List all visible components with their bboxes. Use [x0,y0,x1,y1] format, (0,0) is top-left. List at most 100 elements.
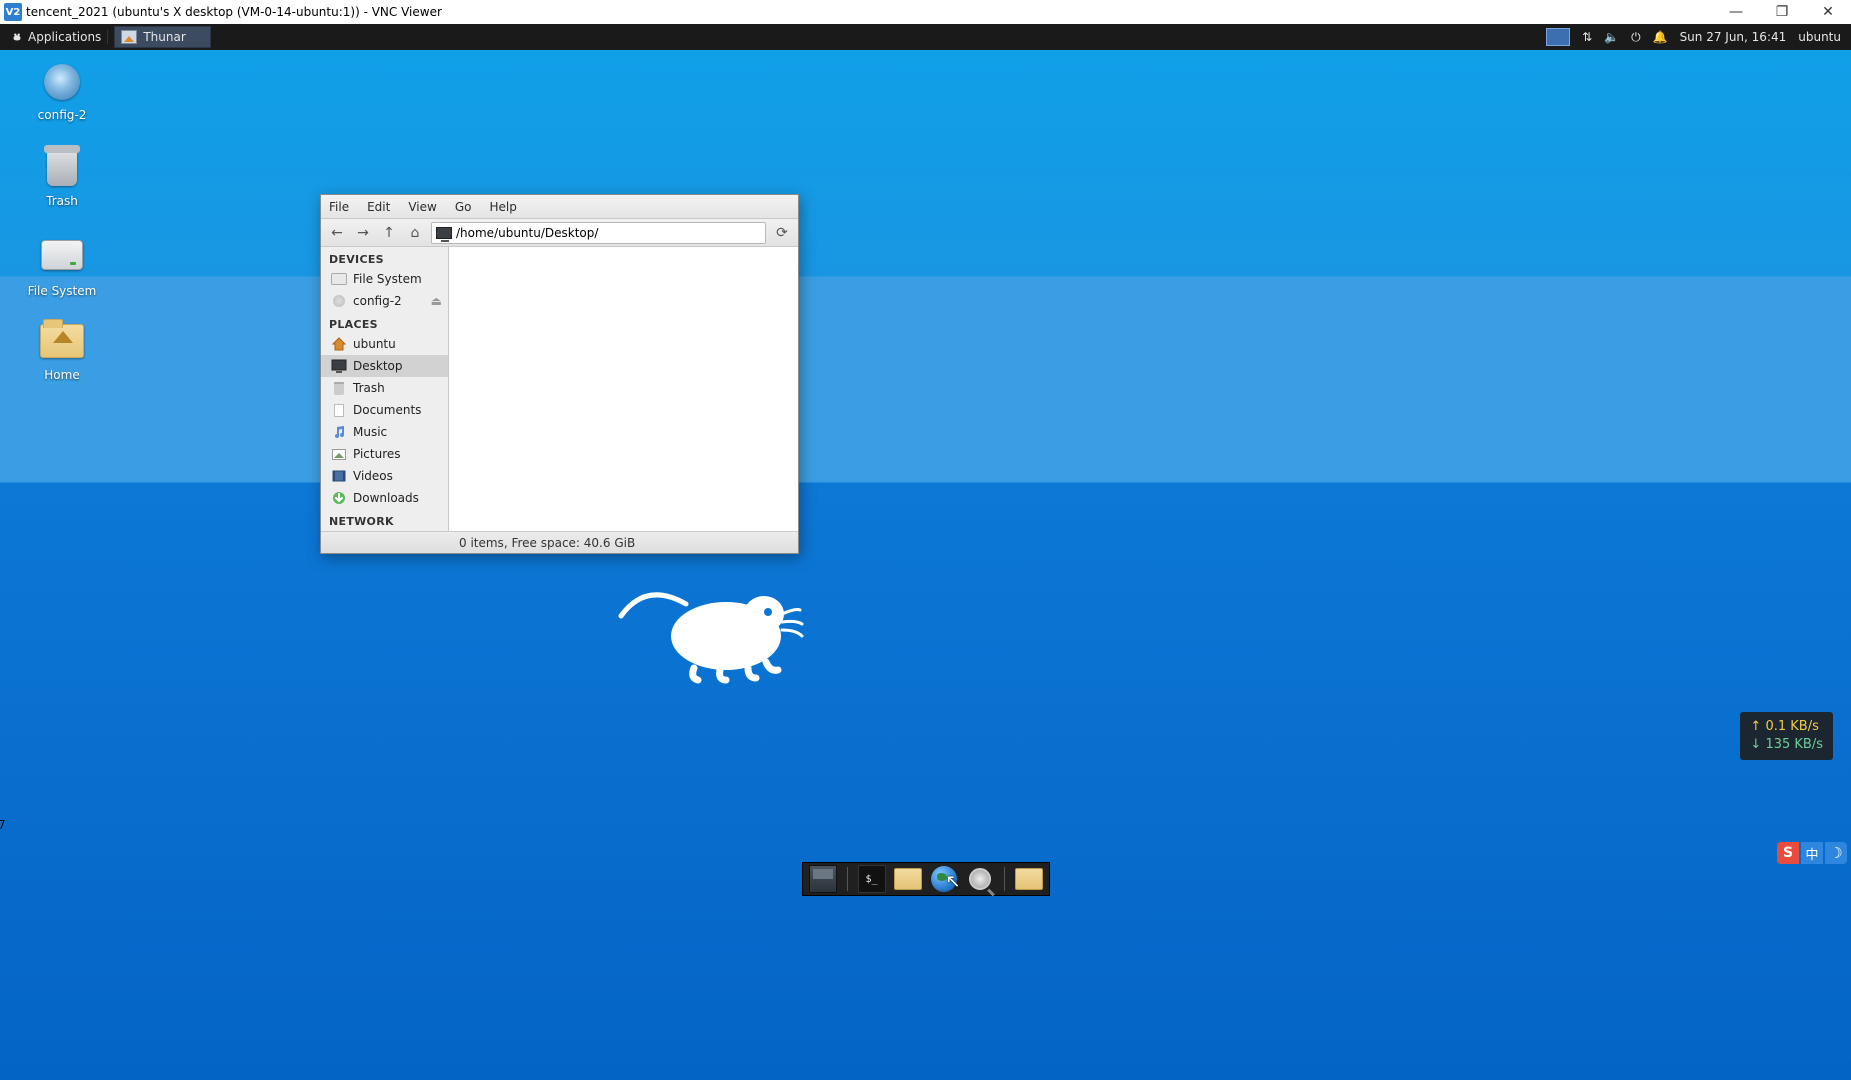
menu-view[interactable]: View [408,200,436,214]
ime-language-icon: 中 [1801,842,1823,864]
home-icon [331,336,347,352]
dock-home-folder[interactable] [1015,865,1043,893]
network-tray-icon[interactable]: ⇅ [1582,30,1592,44]
sidebar-item-label: Music [353,425,387,439]
sidebar-item-config2[interactable]: config-2 ⏏ [321,290,448,312]
desktop-icon-label: Trash [14,194,110,208]
search-icon [969,868,991,890]
ime-sogou-icon: S [1777,842,1799,864]
sidebar-head-places: PLACES [321,312,448,333]
drive-icon [331,273,347,285]
nav-forward-button[interactable]: → [353,223,373,243]
eject-icon[interactable]: ⏏ [431,294,442,308]
path-bar[interactable] [431,222,766,244]
dock-file-manager[interactable] [894,865,922,893]
vnc-titlebar: V2 tencent_2021 (ubuntu's X desktop (VM-… [0,0,1851,24]
sidebar-item-label: config-2 [353,294,402,308]
panel-clock[interactable]: Sun 27 Jun, 16:41 [1680,30,1787,44]
dock-web-browser[interactable] [930,865,958,893]
nav-back-button[interactable]: ← [327,223,347,243]
folder-icon [894,868,922,890]
menu-help[interactable]: Help [489,200,516,214]
session-user-label[interactable]: ubuntu [1798,30,1841,44]
xfce-mouse-icon [10,30,24,44]
power-tray-icon[interactable]: ⏻ [1631,30,1641,45]
desktop-icon-home[interactable]: Home [14,322,110,382]
thunar-menubar: File Edit View Go Help [321,195,798,219]
sidebar-item-label: Videos [353,469,393,483]
thunar-task-icon [121,30,137,44]
desktop-icon-config2[interactable]: config-2 [14,64,110,122]
pictures-icon [332,449,346,460]
reload-button[interactable]: ⟳ [772,223,792,243]
sidebar-item-label: File System [353,272,422,286]
desktop-icon-trash[interactable]: Trash [14,150,110,208]
trash-icon [334,382,344,395]
thunar-file-view[interactable] [449,247,798,531]
sidebar-item-filesystem[interactable]: File System [321,268,448,290]
document-icon [334,404,344,417]
desktop-icon [331,358,347,374]
vnc-window-title: tencent_2021 (ubuntu's X desktop (VM-0-1… [26,5,442,19]
notifications-tray-icon[interactable]: 🔔 [1653,30,1668,44]
dock-show-desktop[interactable] [809,865,837,893]
dock-terminal[interactable]: $_ [858,865,886,893]
volume-tray-icon[interactable]: 🔈 [1604,30,1619,44]
taskbar-item-thunar[interactable]: Thunar [114,26,210,48]
sidebar-item-label: Trash [353,381,385,395]
sidebar-item-desktop[interactable]: Desktop [321,355,448,377]
applications-menu-button[interactable]: Applications [4,30,108,44]
vnc-logo-icon: V2 [4,3,22,21]
workspace-switcher[interactable] [1546,28,1570,46]
folder-icon [1015,868,1043,890]
sidebar-item-ubuntu-home[interactable]: ubuntu [321,333,448,355]
sidebar-item-documents[interactable]: Documents [321,399,448,421]
disc-icon [44,64,80,100]
thunar-sidebar: DEVICES File System config-2 ⏏ PLACES ub… [321,247,449,531]
nav-home-button[interactable]: ⌂ [405,223,425,243]
sidebar-item-label: Documents [353,403,421,417]
desktop[interactable]: config-2 Trash File System Home File Edi… [0,50,1851,1080]
globe-icon [931,866,957,892]
dock-app-finder[interactable] [966,865,994,893]
sidebar-head-devices: DEVICES [321,247,448,268]
menu-edit[interactable]: Edit [367,200,390,214]
path-device-icon [436,227,452,239]
sidebar-item-music[interactable]: Music [321,421,448,443]
network-speed-widget: ↑ 0.1 KB/s ↓ 135 KB/s [1740,712,1833,760]
nav-up-button[interactable]: ↑ [379,223,399,243]
desktop-icon-label: File System [14,284,110,298]
sidebar-item-trash[interactable]: Trash [321,377,448,399]
taskbar-item-label: Thunar [143,30,185,44]
sidebar-item-pictures[interactable]: Pictures [321,443,448,465]
ime-mode-icon: ☽ [1825,842,1847,864]
disc-icon [333,295,345,307]
music-icon [331,424,347,440]
folder-home-icon [40,324,84,358]
dock-separator [1004,867,1005,891]
maximize-button[interactable]: ❐ [1759,0,1805,24]
close-button[interactable]: ✕ [1805,0,1851,24]
trash-icon [47,150,77,186]
status-text: 0 items, Free space: 40.6 GiB [459,536,635,550]
dock-separator [847,867,848,891]
xfce-dock: $_ [802,862,1050,896]
xfce-mouse-wallpaper-icon [616,576,816,686]
menu-file[interactable]: File [329,200,349,214]
menu-go[interactable]: Go [455,200,472,214]
minimize-button[interactable]: — [1713,0,1759,24]
sidebar-item-downloads[interactable]: Downloads [321,487,448,509]
sidebar-item-videos[interactable]: Videos [321,465,448,487]
sidebar-item-label: Downloads [353,491,419,505]
stray-seven-text: 7 [0,818,6,832]
videos-icon [331,468,347,484]
ime-indicator[interactable]: S 中 ☽ [1777,842,1847,864]
upload-speed: ↑ 0.1 KB/s [1750,718,1823,736]
sidebar-item-label: Pictures [353,447,401,461]
system-tray: ⇅ 🔈 ⏻ 🔔 Sun 27 Jun, 16:41 ubuntu [1582,30,1847,45]
desktop-icon-label: Home [14,368,110,382]
path-input[interactable] [456,226,761,240]
sidebar-item-label: ubuntu [353,337,396,351]
applications-menu-label: Applications [28,30,101,44]
desktop-icon-filesystem[interactable]: File System [14,236,110,298]
